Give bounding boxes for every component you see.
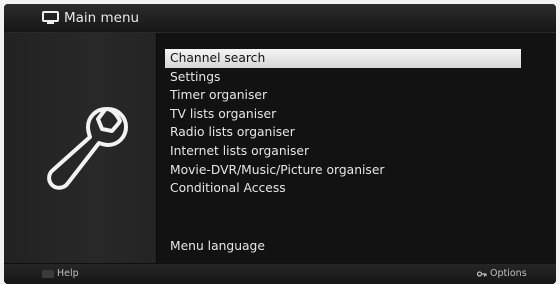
tv-icon <box>42 11 59 24</box>
page-title: Main menu <box>64 10 140 26</box>
help-key-icon[interactable] <box>42 270 54 278</box>
menu-item-radio-lists-organiser[interactable]: Radio lists organiser <box>165 123 521 142</box>
wrench-icon <box>47 107 128 190</box>
menu-item-timer-organiser[interactable]: Timer organiser <box>165 86 521 105</box>
menu-panel: Channel search Settings Timer organiser … <box>157 33 556 263</box>
options-label[interactable]: Options <box>490 267 527 281</box>
title-bar: Main menu <box>4 4 556 33</box>
key-icon[interactable] <box>477 270 487 278</box>
menu-item-tv-lists-organiser[interactable]: TV lists organiser <box>165 105 521 124</box>
footer-bar: Help Options <box>4 264 556 284</box>
menu-item-conditional-access[interactable]: Conditional Access <box>165 179 521 198</box>
menu-item-internet-lists-organiser[interactable]: Internet lists organiser <box>165 142 521 161</box>
tv-screen: Main menu Channel search Settings Timer … <box>4 4 556 284</box>
side-panel <box>4 33 157 263</box>
menu-item-channel-search[interactable]: Channel search <box>165 49 521 68</box>
help-label[interactable]: Help <box>57 267 79 281</box>
menu-item-movie-dvr-organiser[interactable]: Movie-DVR/Music/Picture organiser <box>165 161 521 180</box>
menu-item-menu-language[interactable]: Menu language <box>170 238 265 254</box>
menu-list: Channel search Settings Timer organiser … <box>165 49 521 198</box>
menu-item-settings[interactable]: Settings <box>165 68 521 87</box>
